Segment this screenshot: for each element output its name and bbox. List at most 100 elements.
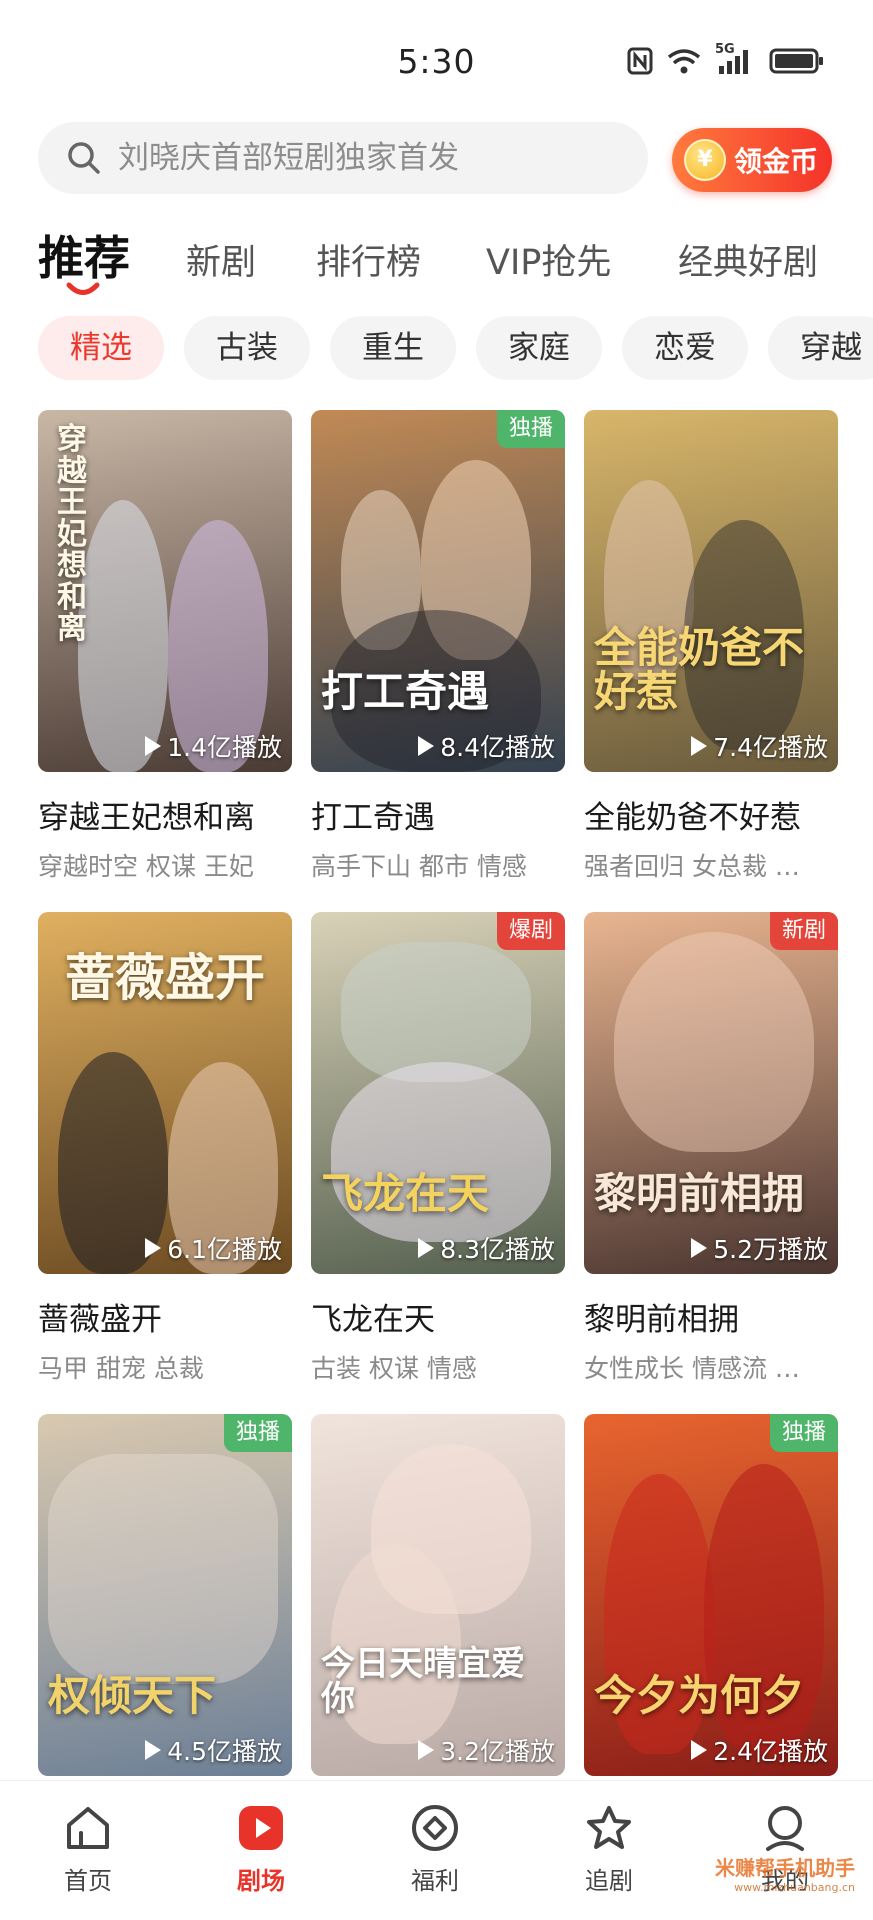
drama-tags: 马甲 甜宠 总裁 [38, 1354, 204, 1383]
home-icon [67, 1807, 109, 1849]
active-tab-indicator [66, 282, 100, 295]
nav-home[interactable]: 首页 [28, 1803, 148, 1896]
play-count-icon [691, 1238, 708, 1258]
play-count-icon [145, 1238, 162, 1258]
drama-title: 黎明前相拥 [584, 1302, 739, 1338]
play-count: 8.3亿播放 [418, 1230, 555, 1266]
chip-costume[interactable]: 古装 [184, 316, 310, 380]
drama-title: 打工奇遇 [311, 800, 435, 836]
drama-title: 全能奶爸不好惹 [584, 800, 801, 836]
drama-poster[interactable]: 黎明前相拥 新剧 5.2万播放 [584, 912, 838, 1274]
play-count-icon [418, 1740, 435, 1760]
drama-poster[interactable]: 权倾天下 独播 4.5亿播放 [38, 1414, 292, 1776]
tab-new[interactable]: 新剧 [186, 234, 256, 285]
play-count: 8.4亿播放 [418, 728, 555, 764]
drama-title: 蔷薇盛开 [38, 1302, 162, 1338]
top-tabs: 推荐 新剧 排行榜 VIP抢先 经典好剧 [38, 222, 868, 302]
play-count-icon [691, 1740, 708, 1760]
drama-tags: 古装 权谋 情感 [311, 1354, 477, 1383]
play-count: 4.5亿播放 [145, 1732, 282, 1768]
play-count: 5.2万播放 [691, 1230, 828, 1266]
drama-card[interactable]: 全能奶爸不好惹 7.4亿播放 全能奶爸不好惹 强者回归 女总裁 … [584, 410, 838, 883]
play-icon [239, 1806, 283, 1850]
drama-poster[interactable]: 飞龙在天 爆剧 8.3亿播放 [311, 912, 565, 1274]
drama-card[interactable]: 今日天晴宜爱你 3.2亿播放 [311, 1414, 565, 1776]
drama-poster[interactable]: 今夕为何夕 独播 2.4亿播放 [584, 1414, 838, 1776]
chip-time-travel[interactable]: 穿越 [768, 316, 873, 380]
nav-following-label: 追剧 [585, 1867, 633, 1895]
nav-theater[interactable]: 剧场 [201, 1803, 321, 1896]
drama-poster[interactable]: 今日天晴宜爱你 3.2亿播放 [311, 1414, 565, 1776]
coin-icon: ¥ [684, 139, 726, 181]
drama-poster[interactable]: 穿越王妃想和离 1.4亿播放 [38, 410, 292, 772]
hit-badge: 爆剧 [496, 912, 565, 950]
claim-coins-label: 领金币 [734, 145, 819, 178]
poster-title-text: 飞龙在天 [321, 1168, 490, 1218]
drama-poster[interactable]: 打工奇遇 独播 8.4亿播放 [311, 410, 565, 772]
profile-icon [766, 1806, 804, 1851]
drama-tags: 高手下山 都市 情感 [311, 852, 527, 881]
chip-rebirth[interactable]: 重生 [330, 316, 456, 380]
nav-theater-label: 剧场 [237, 1867, 285, 1895]
chip-romance[interactable]: 恋爱 [622, 316, 748, 380]
nav-following[interactable]: 追剧 [549, 1803, 669, 1896]
chip-featured[interactable]: 精选 [38, 316, 164, 380]
poster-title-text: 权倾天下 [48, 1670, 217, 1720]
category-chips: 精选 古装 重生 家庭 恋爱 穿越 [38, 316, 873, 380]
status-icons: 5G [627, 42, 825, 76]
tab-classics[interactable]: 经典好剧 [678, 234, 818, 285]
drama-title: 飞龙在天 [311, 1302, 435, 1338]
poster-title-text: 黎明前相拥 [594, 1168, 805, 1218]
tab-vip-early[interactable]: VIP抢先 [486, 234, 611, 285]
diamond-icon [412, 1805, 458, 1851]
play-count-icon [145, 1740, 162, 1760]
exclusive-badge: 独播 [769, 1414, 838, 1452]
bottom-nav: 首页 剧场 福利 追剧 我的 [0, 1780, 873, 1920]
drama-card[interactable]: 穿越王妃想和离 1.4亿播放 穿越王妃想和离 穿越时空 权谋 王妃 [38, 410, 292, 883]
drama-title: 穿越王妃想和离 [38, 800, 255, 836]
star-icon [587, 1806, 631, 1849]
play-count-icon [145, 736, 162, 756]
nav-rewards[interactable]: 福利 [375, 1803, 495, 1896]
exclusive-badge: 独播 [496, 410, 565, 448]
claim-coins-button[interactable]: ¥ 领金币 [672, 128, 832, 192]
drama-tags: 女性成长 情感流 … [584, 1354, 800, 1383]
nav-home-label: 首页 [64, 1867, 112, 1895]
search-input[interactable] [118, 140, 618, 176]
drama-card[interactable]: 权倾天下 独播 4.5亿播放 [38, 1414, 292, 1776]
poster-title-text: 打工奇遇 [321, 666, 490, 716]
nfc-icon [627, 47, 653, 75]
poster-title-text: 蔷薇盛开 [65, 948, 265, 1007]
status-bar: 5:30 5G [0, 0, 873, 120]
drama-poster[interactable]: 全能奶爸不好惹 7.4亿播放 [584, 410, 838, 772]
play-count: 3.2亿播放 [418, 1732, 555, 1768]
new-badge: 新剧 [769, 912, 838, 950]
play-count-icon [691, 736, 708, 756]
drama-card[interactable]: 今夕为何夕 独播 2.4亿播放 [584, 1414, 838, 1776]
play-count: 2.4亿播放 [691, 1732, 828, 1768]
search-bar[interactable] [38, 122, 648, 194]
drama-poster[interactable]: 蔷薇盛开 6.1亿播放 [38, 912, 292, 1274]
poster-title-text: 穿越王妃想和离 [57, 422, 87, 646]
poster-title-text: 全能奶爸不好惹 [594, 622, 805, 716]
drama-card[interactable]: 打工奇遇 独播 8.4亿播放 打工奇遇 高手下山 都市 情感 [311, 410, 565, 883]
chip-family[interactable]: 家庭 [476, 316, 602, 380]
watermark: 米赚帮手机助手 www.mizhuanbang.cn [715, 1856, 855, 1894]
drama-tags: 穿越时空 权谋 王妃 [38, 852, 254, 881]
tab-recommend[interactable]: 推荐 [38, 222, 130, 288]
network-label: 5G [715, 42, 735, 57]
drama-card[interactable]: 蔷薇盛开 6.1亿播放 蔷薇盛开 马甲 甜宠 总裁 [38, 912, 292, 1385]
play-count-icon [418, 736, 435, 756]
play-count: 6.1亿播放 [145, 1230, 282, 1266]
drama-tags: 强者回归 女总裁 … [584, 852, 800, 881]
signal-icon: 5G [715, 42, 755, 76]
play-count: 1.4亿播放 [145, 728, 282, 764]
tab-rankings[interactable]: 排行榜 [316, 234, 421, 285]
search-icon [68, 142, 100, 174]
drama-card[interactable]: 飞龙在天 爆剧 8.3亿播放 飞龙在天 古装 权谋 情感 [311, 912, 565, 1385]
drama-card[interactable]: 黎明前相拥 新剧 5.2万播放 黎明前相拥 女性成长 情感流 … [584, 912, 838, 1385]
wifi-icon [667, 49, 701, 74]
nav-rewards-label: 福利 [411, 1867, 459, 1895]
play-count-icon [418, 1238, 435, 1258]
exclusive-badge: 独播 [223, 1414, 292, 1452]
